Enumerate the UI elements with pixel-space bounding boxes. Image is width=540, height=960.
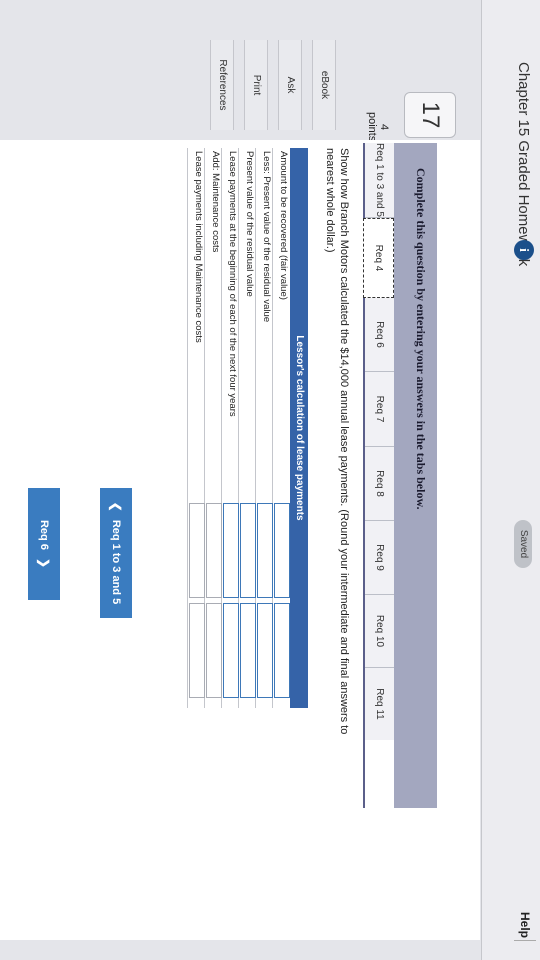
homework-page: Chapter 15 Graded Homework i Saved Help … — [0, 0, 540, 960]
tab-req-1-to-3-and-5[interactable]: Req 1 to 3 and 5 — [365, 143, 394, 218]
tab-label: Req 6 — [374, 321, 386, 348]
instruction-text: Complete this question by entering your … — [414, 168, 428, 510]
amount-input[interactable] — [223, 503, 239, 598]
tab-req-10[interactable]: Req 10 — [365, 595, 394, 668]
saved-status-badge: Saved — [514, 520, 532, 568]
table-row: Lease payments including Maintenance cos… — [187, 148, 205, 708]
ebook-button[interactable]: eBook — [312, 40, 336, 130]
chevron-right-icon: ❯ — [37, 557, 51, 569]
tab-label: Req 11 — [374, 688, 386, 720]
question-number: 17 — [404, 92, 456, 138]
table-row: Less: Present value of the residual valu… — [255, 148, 273, 708]
amount-cell — [206, 503, 222, 598]
previous-button-label: Req 1 to 3 and 5 — [110, 519, 122, 605]
amount-cell — [189, 603, 205, 698]
tab-req-11[interactable]: Req 11 — [365, 668, 394, 740]
tab-label: Req 4 — [373, 244, 385, 272]
amount-cell — [206, 603, 222, 698]
amount-input[interactable] — [240, 503, 256, 598]
row-label: Amount to be recovered (fair value) — [278, 151, 289, 300]
amount-input[interactable] — [223, 603, 239, 698]
screen: Chapter 15 Graded Homework i Saved Help … — [0, 0, 540, 960]
row-label: Present value of the residual value — [244, 151, 255, 297]
tab-label: Req 7 — [374, 395, 386, 423]
requirement-tabs: Req 1 to 3 and 5 Req 4 Req 6 Req 7 Req 8… — [363, 143, 394, 808]
print-button[interactable]: Print — [244, 40, 268, 130]
amount-input[interactable] — [274, 503, 290, 598]
previous-requirement-button[interactable]: ❮ Req 1 to 3 and 5 — [100, 488, 132, 618]
next-requirement-button[interactable]: Req 6 ❯ — [28, 488, 60, 600]
info-icon[interactable]: i — [514, 240, 534, 260]
amount-input[interactable] — [274, 603, 290, 698]
amount-input[interactable] — [257, 603, 273, 698]
header-divider — [514, 940, 536, 941]
chevron-left-icon: ❮ — [109, 501, 123, 512]
table-heading: Lessor's calculation of lease payments — [290, 148, 308, 708]
row-label: Less: Present value of the residual valu… — [261, 151, 272, 323]
table-row: Add: Maintenance costs — [204, 148, 222, 708]
row-label: Lease payments including Maintenance cos… — [193, 151, 204, 343]
tab-req-6[interactable]: Req 6 — [365, 298, 394, 372]
tab-req-7[interactable]: Req 7 — [365, 372, 394, 447]
tab-label: Req 9 — [374, 544, 386, 571]
question-prompt-line-1: Show how Branch Motors calculated the $1… — [338, 148, 350, 735]
row-label: Lease payments at the beginning of each … — [227, 151, 238, 417]
assignment-title: Chapter 15 Graded Homework — [515, 62, 532, 267]
tab-label: Req 1 to 3 and 5 — [374, 143, 386, 217]
amount-cell — [189, 503, 205, 598]
tab-req-4[interactable]: Req 4 — [363, 218, 394, 298]
table-row: Lease payments at the beginning of each … — [221, 148, 239, 708]
tab-req-8[interactable]: Req 8 — [365, 447, 394, 521]
ask-button[interactable]: Ask — [278, 40, 302, 130]
points-label: points — [366, 112, 378, 142]
amount-input[interactable] — [257, 503, 273, 598]
question-prompt-line-2: nearest whole dollar.) — [324, 148, 336, 253]
tab-req-9[interactable]: Req 9 — [365, 521, 394, 595]
help-link[interactable]: Help — [518, 912, 532, 938]
tab-label: Req 10 — [374, 614, 386, 648]
next-button-label: Req 6 — [38, 519, 50, 550]
references-button[interactable]: References — [210, 40, 234, 130]
tab-label: Req 8 — [374, 470, 386, 497]
points-value: 4 — [378, 124, 390, 131]
table-row: Amount to be recovered (fair value) — [272, 148, 290, 708]
row-label: Add: Maintenance costs — [210, 151, 221, 253]
table-row: Present value of the residual value — [238, 148, 256, 708]
amount-input[interactable] — [240, 603, 256, 698]
